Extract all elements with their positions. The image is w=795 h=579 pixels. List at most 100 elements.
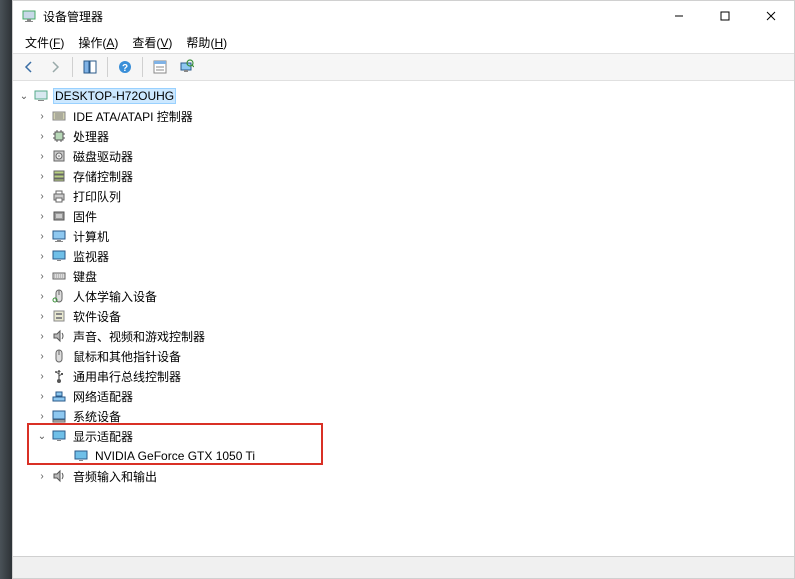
tree-category-label: 通用串行总线控制器 [71, 367, 183, 386]
tree-category[interactable]: › 存储控制器 [17, 166, 794, 186]
tree-category[interactable]: › 软件设备 [17, 306, 794, 326]
tree-device-gpu[interactable]: NVIDIA GeForce GTX 1050 Ti [17, 446, 794, 466]
tree-category-label: 存储控制器 [71, 167, 135, 186]
keyboard-icon [51, 268, 67, 284]
hid-icon [51, 288, 67, 304]
tree-category[interactable]: ›鼠标和其他指针设备 [17, 346, 794, 366]
device-tree[interactable]: ⌄ DESKTOP-H72OUHG › IDE ATA/ATAPI 控制器 › 处理器… [13, 81, 794, 556]
tree-category[interactable]: › 打印队列 [17, 186, 794, 206]
expand-toggle[interactable]: › [35, 191, 49, 202]
expand-toggle[interactable]: ⌄ [17, 91, 31, 102]
properties-button[interactable] [148, 55, 172, 79]
expand-toggle[interactable]: › [35, 131, 49, 142]
printer-icon [51, 188, 67, 204]
expand-toggle[interactable]: › [35, 111, 49, 122]
menu-view[interactable]: 查看(V) [126, 32, 178, 53]
tree-category-label: 声音、视频和游戏控制器 [71, 327, 207, 346]
tree-device-label: NVIDIA GeForce GTX 1050 Ti [93, 448, 257, 464]
storage-icon [51, 168, 67, 184]
help-button[interactable]: ? [113, 55, 137, 79]
tree-category-label: IDE ATA/ATAPI 控制器 [71, 107, 195, 126]
expand-toggle[interactable]: › [35, 311, 49, 322]
tree-category[interactable]: › 磁盘驱动器 [17, 146, 794, 166]
tree-category[interactable]: › 处理器 [17, 126, 794, 146]
toolbar-separator [72, 57, 73, 77]
tree-category-label: 音频输入和输出 [71, 467, 159, 486]
maximize-button[interactable] [702, 1, 748, 31]
monitor-icon [51, 248, 67, 264]
cpu-icon [51, 128, 67, 144]
firmware-icon [51, 208, 67, 224]
software-icon [51, 308, 67, 324]
expand-toggle[interactable]: › [35, 411, 49, 422]
expand-toggle[interactable]: › [35, 151, 49, 162]
tree-category-label: 显示适配器 [71, 427, 135, 446]
menu-help[interactable]: 帮助(H) [180, 32, 233, 53]
close-button[interactable] [748, 1, 794, 31]
system-icon [51, 408, 67, 424]
window-controls [656, 1, 794, 31]
tree-category[interactable]: › 计算机 [17, 226, 794, 246]
svg-text:?: ? [122, 63, 128, 74]
menu-bar: 文件(F) 操作(A) 查看(V) 帮助(H) [13, 31, 794, 53]
tree-category-label: 磁盘驱动器 [71, 147, 135, 166]
audio-icon [51, 468, 67, 484]
tree-category-audio[interactable]: › 音频输入和输出 [17, 466, 794, 486]
tree-category-label: 系统设备 [71, 407, 123, 426]
tree-category-label: 打印队列 [71, 187, 123, 206]
expand-toggle[interactable]: ⌄ [35, 431, 49, 442]
title-bar[interactable]: 设备管理器 [13, 1, 794, 31]
computer-icon [33, 88, 49, 104]
forward-button[interactable] [43, 55, 67, 79]
expand-toggle[interactable]: › [35, 371, 49, 382]
tree-category[interactable]: › IDE ATA/ATAPI 控制器 [17, 106, 794, 126]
tree-category[interactable]: › 系统设备 [17, 406, 794, 426]
display-icon [51, 428, 67, 444]
tree-category-label: 软件设备 [71, 307, 123, 326]
tree-category[interactable]: ›网络适配器 [17, 386, 794, 406]
app-icon [21, 8, 37, 24]
tree-category-display[interactable]: ⌄ 显示适配器 [17, 426, 794, 446]
tree-category-label: 人体学输入设备 [71, 287, 159, 306]
tree-category[interactable]: › 人体学输入设备 [17, 286, 794, 306]
tree-root-label: DESKTOP-H72OUHG [53, 88, 176, 104]
computer-icon [51, 228, 67, 244]
back-button[interactable] [17, 55, 41, 79]
tree-category-label: 处理器 [71, 127, 111, 146]
expand-toggle[interactable]: › [35, 231, 49, 242]
expand-toggle[interactable]: › [35, 171, 49, 182]
window-title: 设备管理器 [43, 8, 656, 25]
usb-icon [51, 368, 67, 384]
expand-toggle[interactable]: › [35, 291, 49, 302]
expand-toggle[interactable]: › [35, 271, 49, 282]
tree-root[interactable]: ⌄ DESKTOP-H72OUHG [17, 86, 794, 106]
menu-action[interactable]: 操作(A) [72, 32, 124, 53]
tree-category-label: 键盘 [71, 267, 99, 286]
scan-hardware-button[interactable] [174, 55, 198, 79]
device-manager-window: 设备管理器 文件(F) 操作(A) 查看(V) 帮助(H) ? ⌄ DESKTO… [12, 0, 795, 579]
expand-toggle[interactable]: › [35, 471, 49, 482]
expand-toggle[interactable]: › [35, 331, 49, 342]
minimize-button[interactable] [656, 1, 702, 31]
tree-category[interactable]: ›固件 [17, 206, 794, 226]
tree-category[interactable]: › 声音、视频和游戏控制器 [17, 326, 794, 346]
menu-file[interactable]: 文件(F) [19, 32, 70, 53]
expand-toggle[interactable]: › [35, 391, 49, 402]
expand-toggle[interactable]: › [35, 211, 49, 222]
toolbar: ? [13, 53, 794, 81]
tree-category-label: 监视器 [71, 247, 111, 266]
show-hide-tree-button[interactable] [78, 55, 102, 79]
tree-category-label: 计算机 [71, 227, 111, 246]
ide-icon [51, 108, 67, 124]
disk-icon [51, 148, 67, 164]
expand-toggle[interactable]: › [35, 351, 49, 362]
display-icon [73, 448, 89, 464]
left-edge-strip [0, 0, 12, 579]
expand-toggle[interactable]: › [35, 251, 49, 262]
tree-category[interactable]: › 监视器 [17, 246, 794, 266]
mouse-icon [51, 348, 67, 364]
tree-category[interactable]: › 键盘 [17, 266, 794, 286]
tree-category[interactable]: › 通用串行总线控制器 [17, 366, 794, 386]
toolbar-separator [107, 57, 108, 77]
sound-icon [51, 328, 67, 344]
